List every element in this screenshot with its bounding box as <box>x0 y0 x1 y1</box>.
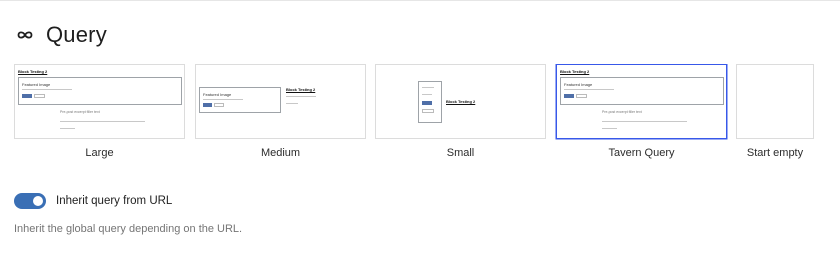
preview-line <box>22 89 72 90</box>
pattern-label: Medium <box>260 147 301 159</box>
pattern-label: Large <box>85 147 114 159</box>
preview-line <box>60 128 75 129</box>
preview-footer-text: Pre-post excerpt filler text <box>60 110 100 114</box>
preview-card: Featured Image <box>18 77 182 105</box>
block-header: Query <box>16 20 107 50</box>
inherit-query-row: Inherit query from URL <box>14 193 172 209</box>
preview-line <box>564 89 614 90</box>
pattern-medium[interactable]: Featured Image Block Testing 2 Medium <box>195 64 366 159</box>
pattern-label: Tavern Query <box>608 147 675 159</box>
pattern-label: Start empty <box>746 147 804 159</box>
preview-line <box>286 96 316 97</box>
pattern-label: Small <box>446 147 475 159</box>
preview-button <box>203 103 212 107</box>
preview-title: Block Testing 2 <box>560 69 590 74</box>
preview-line <box>60 121 145 122</box>
preview-title: Block Testing 2 <box>286 87 316 92</box>
preview-button-secondary <box>214 103 224 107</box>
loop-icon <box>16 28 34 42</box>
preview-button <box>564 94 574 98</box>
preview-heading: Featured Image <box>564 82 593 87</box>
preview-line <box>602 128 617 129</box>
pattern-list: Block Testing 2 Featured Image Pre-post … <box>14 64 840 174</box>
preview-heading: Featured Image <box>203 92 232 97</box>
preview-title: Block Testing 2 <box>446 99 476 104</box>
pattern-large[interactable]: Block Testing 2 Featured Image Pre-post … <box>14 64 185 159</box>
preview-button-secondary <box>576 94 587 98</box>
preview-button-secondary <box>34 94 45 98</box>
preview-line <box>422 94 432 95</box>
preview-line <box>203 99 243 100</box>
inherit-query-label: Inherit query from URL <box>56 195 173 207</box>
preview-button <box>422 101 432 105</box>
preview-card: Featured Image <box>199 87 281 113</box>
preview-button <box>22 94 32 98</box>
preview-line <box>286 103 298 104</box>
pattern-preview[interactable]: Featured Image Block Testing 2 <box>195 64 366 139</box>
preview-card: Featured Image <box>560 77 724 105</box>
inherit-query-help: Inherit the global query depending on th… <box>14 223 243 235</box>
pattern-small[interactable]: Block Testing 2 Small <box>375 64 546 159</box>
preview-button-secondary <box>422 109 434 113</box>
preview-heading: Featured Image <box>22 82 51 87</box>
preview-line <box>422 87 434 88</box>
preview-card <box>418 81 442 123</box>
pattern-preview[interactable]: Block Testing 2 Featured Image Pre-post … <box>556 64 727 139</box>
pattern-tavern-query[interactable]: Block Testing 2 Featured Image Pre-post … <box>556 64 727 159</box>
toggle-knob <box>33 196 43 206</box>
preview-line <box>602 121 687 122</box>
top-divider <box>0 0 840 1</box>
pattern-preview[interactable]: Block Testing 2 Featured Image Pre-post … <box>14 64 185 139</box>
inherit-query-toggle[interactable] <box>14 193 46 209</box>
pattern-preview[interactable] <box>736 64 814 139</box>
pattern-start-empty[interactable]: Start empty <box>736 64 840 159</box>
page-title: Query <box>46 22 107 47</box>
preview-footer-text: Pre-post excerpt filler text <box>602 110 642 114</box>
preview-title: Block Testing 2 <box>18 69 48 74</box>
pattern-preview[interactable]: Block Testing 2 <box>375 64 546 139</box>
